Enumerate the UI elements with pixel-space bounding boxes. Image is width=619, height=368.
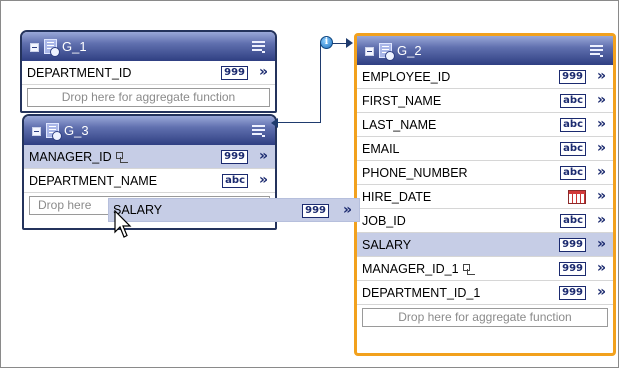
column-row[interactable]: MANAGER_ID 999 » [24, 145, 275, 169]
chevron-right-icon[interactable]: » [343, 202, 352, 218]
group-title: G_2 [397, 43, 422, 58]
group-icon [44, 39, 60, 57]
info-icon[interactable]: i [320, 36, 333, 49]
chevron-right-icon[interactable]: » [597, 188, 606, 204]
column-row[interactable]: HIRE_DATE » [357, 185, 613, 209]
chevron-right-icon[interactable]: » [597, 116, 606, 132]
number-type-icon: 999 [559, 286, 586, 300]
chevron-right-icon[interactable]: » [597, 236, 606, 252]
group-header[interactable]: G_1 [22, 32, 275, 61]
column-row[interactable]: SALARY 999 » [357, 233, 613, 257]
number-type-icon: 999 [559, 238, 586, 252]
chevron-right-icon[interactable]: » [597, 164, 606, 180]
column-row[interactable]: FIRST_NAME abc » [357, 89, 613, 113]
text-type-icon: abc [560, 166, 586, 180]
chevron-right-icon[interactable]: » [597, 140, 606, 156]
group-g1[interactable]: G_1 DEPARTMENT_ID 999 » Drop here for ag… [20, 30, 277, 113]
number-type-icon: 999 [221, 66, 248, 80]
link-line [320, 43, 321, 123]
group-title: G_3 [64, 123, 89, 138]
chevron-right-icon[interactable]: » [597, 284, 606, 300]
column-row[interactable]: JOB_ID abc » [357, 209, 613, 233]
column-row[interactable]: DEPARTMENT_ID_1 999 » [357, 281, 613, 305]
number-type-icon: 999 [302, 204, 329, 218]
text-type-icon: abc [560, 94, 586, 108]
group-header[interactable]: G_2 [357, 36, 613, 65]
group-header[interactable]: G_3 [24, 116, 275, 145]
number-type-icon: 999 [559, 70, 586, 84]
column-row[interactable]: DEPARTMENT_NAME abc » [24, 169, 275, 193]
collapse-icon[interactable] [365, 47, 374, 56]
column-row[interactable]: EMPLOYEE_ID 999 » [357, 65, 613, 89]
group-menu-icon[interactable] [252, 41, 265, 53]
dragged-column[interactable]: SALARY 999 » [108, 198, 360, 222]
chevron-right-icon[interactable]: » [597, 68, 606, 84]
number-type-icon: 999 [559, 262, 586, 276]
group-menu-icon[interactable] [252, 125, 265, 137]
chevron-right-icon[interactable]: » [597, 92, 606, 108]
column-row[interactable]: EMAIL abc » [357, 137, 613, 161]
calendar-icon [568, 190, 586, 204]
group-icon [46, 123, 62, 141]
mouse-pointer-icon [114, 210, 132, 238]
link-key-icon [462, 264, 475, 276]
text-type-icon: abc [222, 174, 248, 188]
aggregate-drop-zone[interactable]: Drop here for aggregate function [27, 88, 270, 107]
aggregate-drop-zone[interactable]: Drop here for aggregate function [362, 308, 608, 327]
chevron-right-icon[interactable]: » [259, 148, 268, 164]
text-type-icon: abc [560, 118, 586, 132]
text-type-icon: abc [560, 142, 586, 156]
column-row[interactable]: MANAGER_ID_1 999 » [357, 257, 613, 281]
column-row[interactable]: DEPARTMENT_ID 999 » [22, 61, 275, 85]
link-key-icon [115, 152, 128, 164]
chevron-right-icon[interactable]: » [259, 64, 268, 80]
text-type-icon: abc [560, 214, 586, 228]
group-icon [379, 43, 395, 61]
link-line [278, 122, 320, 123]
link-arrow-end [346, 38, 353, 48]
number-type-icon: 999 [221, 150, 248, 164]
column-row[interactable]: PHONE_NUMBER abc » [357, 161, 613, 185]
chevron-right-icon[interactable]: » [259, 172, 268, 188]
column-row[interactable]: LAST_NAME abc » [357, 113, 613, 137]
chevron-right-icon[interactable]: » [597, 260, 606, 276]
link-arrow-start [271, 118, 278, 128]
collapse-icon[interactable] [32, 127, 41, 136]
chevron-right-icon[interactable]: » [597, 212, 606, 228]
group-title: G_1 [62, 39, 87, 54]
group-g2[interactable]: G_2 EMPLOYEE_ID 999 » FIRST_NAME abc » L… [354, 33, 616, 356]
group-menu-icon[interactable] [590, 45, 603, 57]
collapse-icon[interactable] [30, 43, 39, 52]
